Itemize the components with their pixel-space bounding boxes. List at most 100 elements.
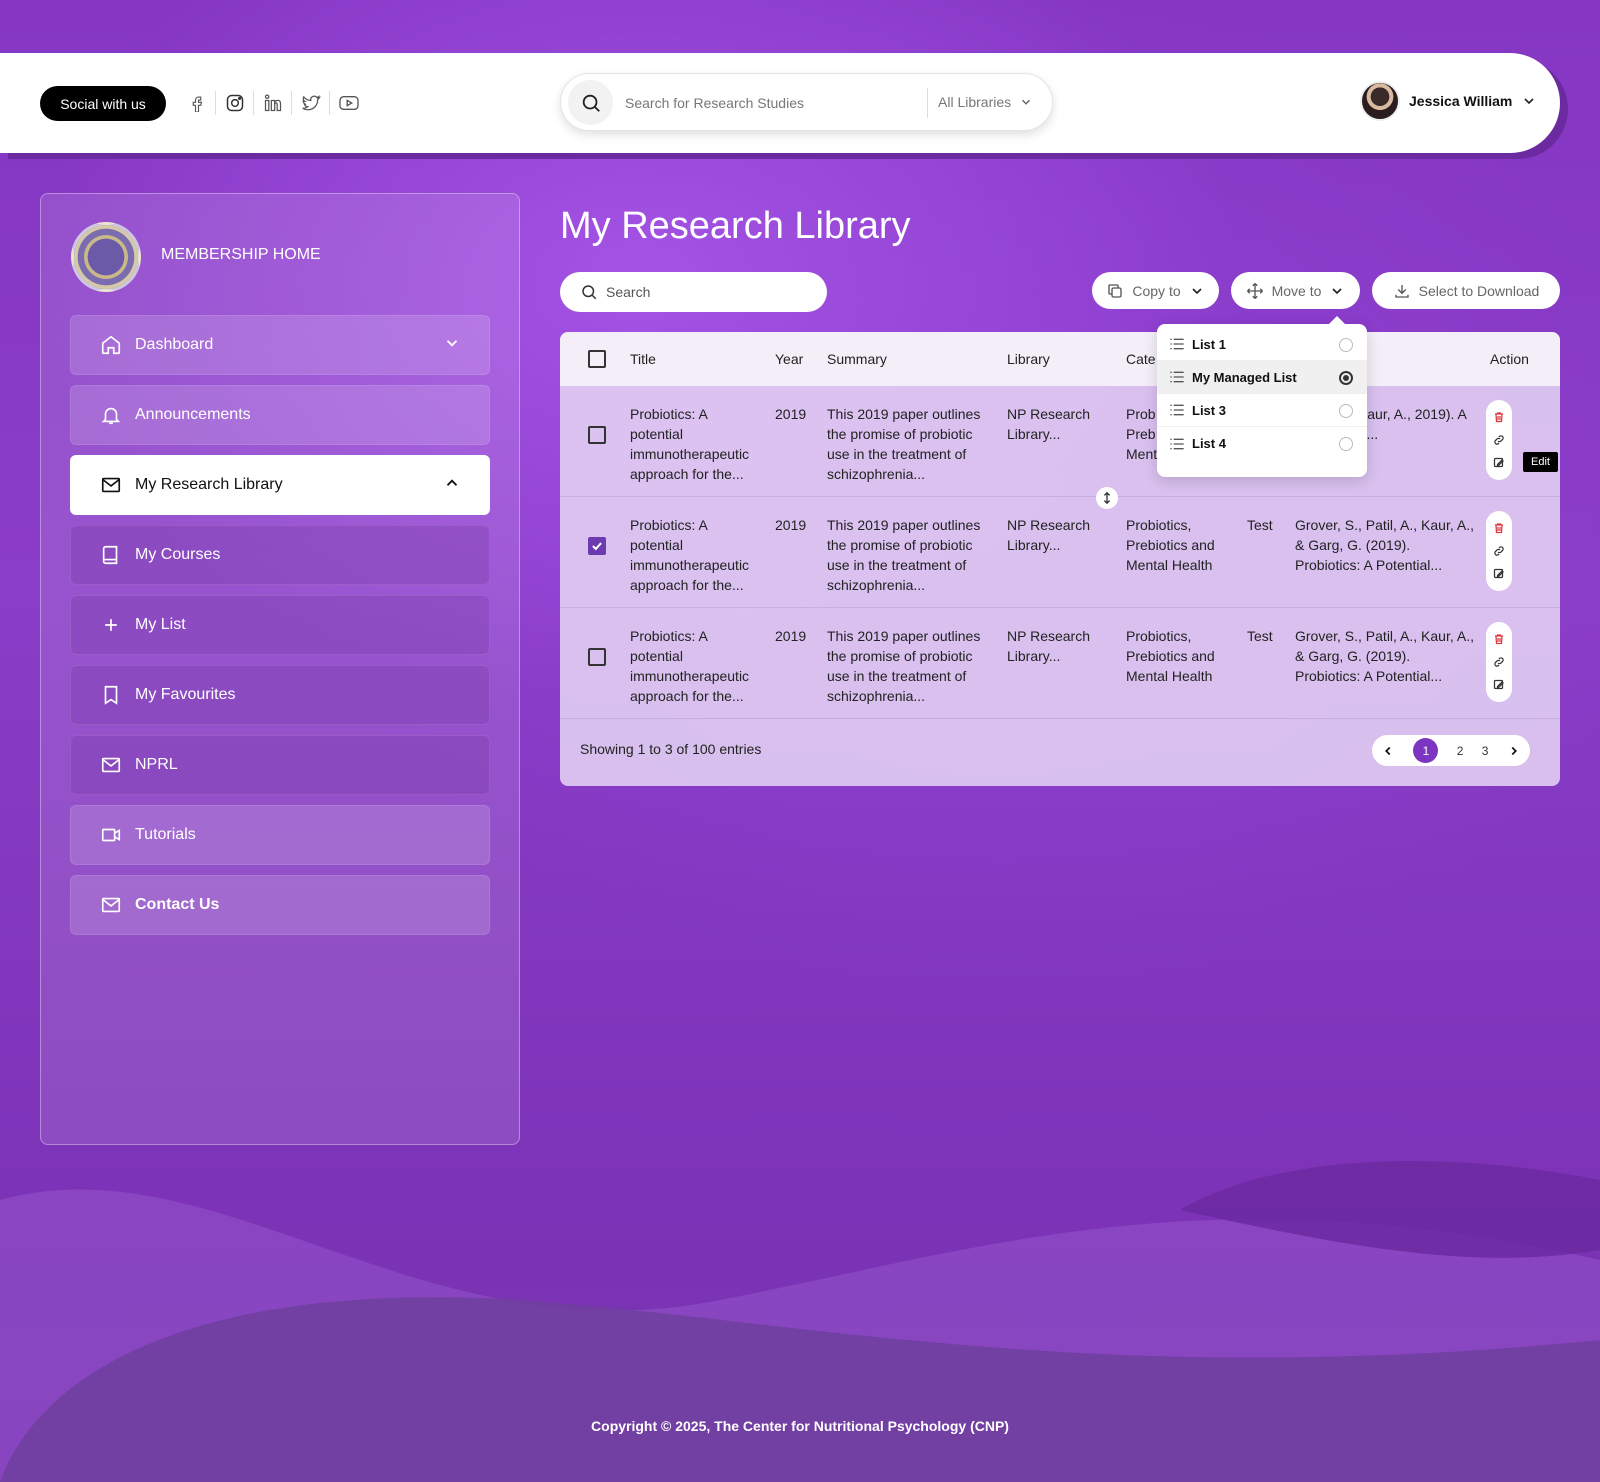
sidebar-item-label: My Research Library [135, 476, 283, 493]
sidebar-item-label: Announcements [135, 406, 251, 423]
sidebar: MEMBERSHIP HOME Dashboard Announcements … [40, 193, 520, 1145]
select-all-checkbox[interactable] [588, 350, 606, 368]
global-search-bar: All Libraries [560, 73, 1053, 131]
top-header: Social with us All Libraries Jessica Wi [0, 53, 1560, 153]
list-icon [1170, 404, 1184, 416]
sidebar-item-my-courses[interactable]: My Courses [70, 525, 490, 585]
edit-icon[interactable] [1493, 679, 1505, 691]
search-icon[interactable] [568, 80, 613, 125]
column-year[interactable]: Year [775, 351, 803, 367]
cnp-logo[interactable] [71, 222, 141, 292]
row-year: 2019 [775, 628, 807, 644]
edit-icon[interactable] [1493, 568, 1505, 580]
dropdown-item-list-1[interactable]: List 1 [1157, 328, 1367, 361]
chevron-right-icon[interactable] [1507, 744, 1521, 758]
mail-icon [99, 893, 123, 917]
facebook-icon[interactable] [178, 91, 216, 115]
move-to-button[interactable]: Move to [1231, 272, 1360, 309]
row-title[interactable]: Probiotics: A potential immunotherapeuti… [630, 626, 760, 706]
trash-icon[interactable] [1493, 522, 1505, 534]
column-resize-handle[interactable] [1096, 487, 1118, 509]
link-icon[interactable] [1493, 434, 1505, 446]
column-action: Action [1490, 351, 1529, 367]
radio-button[interactable] [1339, 338, 1353, 352]
sidebar-item-my-research-library[interactable]: My Research Library [70, 455, 490, 515]
row-title[interactable]: Probiotics: A potential immunotherapeuti… [630, 404, 760, 484]
page-1[interactable]: 1 [1413, 738, 1439, 763]
copyright-text: Copyright © 2025, The Center for Nutriti… [591, 1418, 1009, 1434]
page-3[interactable]: 3 [1482, 744, 1489, 758]
select-to-download-button[interactable]: Select to Download [1372, 272, 1560, 309]
chevron-down-icon [1192, 287, 1202, 294]
list-icon [1170, 371, 1184, 383]
trash-icon[interactable] [1493, 633, 1505, 645]
search-icon [582, 285, 597, 300]
row-actions [1486, 622, 1512, 702]
row-year: 2019 [775, 517, 807, 533]
link-icon[interactable] [1493, 545, 1505, 557]
column-summary[interactable]: Summary [827, 351, 887, 367]
pagination: 1 2 3 [1372, 735, 1530, 766]
sidebar-item-nprl[interactable]: NPRL [70, 735, 490, 795]
instagram-icon[interactable] [216, 91, 254, 115]
move-to-dropdown: List 1 My Managed List List 3 List 4 [1157, 316, 1367, 477]
radio-button[interactable] [1339, 437, 1353, 451]
sidebar-item-announcements[interactable]: Announcements [70, 385, 490, 445]
radio-button[interactable] [1339, 404, 1353, 418]
dropdown-arrow [1329, 316, 1345, 324]
link-icon[interactable] [1493, 656, 1505, 668]
user-menu[interactable]: Jessica William [1360, 81, 1537, 121]
row-checkbox[interactable] [588, 648, 606, 666]
sidebar-item-dashboard[interactable]: Dashboard [70, 315, 490, 375]
trash-icon[interactable] [1493, 411, 1505, 423]
list-icon [1170, 438, 1184, 449]
row-extra: Test [1247, 517, 1273, 533]
edit-tooltip: Edit [1523, 452, 1558, 472]
sidebar-item-my-favourites[interactable]: My Favourites [70, 665, 490, 725]
table-row[interactable]: Probiotics: A potential immunotherapeuti… [560, 497, 1560, 608]
table-row[interactable]: Probiotics: A potential immunotherapeuti… [560, 608, 1560, 719]
move-icon [1246, 282, 1263, 299]
page-2[interactable]: 2 [1457, 744, 1464, 758]
table-search-input[interactable] [606, 284, 806, 300]
column-library[interactable]: Library [1007, 351, 1050, 367]
column-category[interactable]: Cate [1126, 351, 1156, 367]
dropdown-item-label: List 1 [1192, 336, 1226, 352]
dropdown-item-label: List 4 [1192, 436, 1226, 451]
download-icon [1394, 284, 1409, 298]
library-select-value: All Libraries [938, 94, 1012, 110]
chevron-left-icon[interactable] [1381, 744, 1395, 758]
social-with-us-badge[interactable]: Social with us [40, 86, 166, 121]
dropdown-item-list-3[interactable]: List 3 [1157, 394, 1367, 427]
plus-icon [99, 613, 123, 637]
twitter-icon[interactable] [292, 91, 330, 115]
sidebar-item-label: My List [135, 616, 186, 633]
research-search-input[interactable] [625, 90, 905, 116]
sidebar-item-label: Tutorials [135, 826, 196, 843]
chevron-down-icon [1524, 98, 1534, 105]
sidebar-item-my-list[interactable]: My List [70, 595, 490, 655]
copy-to-button[interactable]: Copy to [1092, 272, 1219, 309]
dropdown-item-list-4[interactable]: List 4 [1157, 427, 1367, 460]
row-checkbox[interactable] [588, 537, 606, 555]
table-row[interactable]: Probiotics: A potential immunotherapeuti… [560, 386, 1560, 497]
sidebar-item-contact-us[interactable]: Contact Us [70, 875, 490, 935]
linkedin-icon[interactable] [254, 91, 292, 115]
membership-home-link[interactable]: MEMBERSHIP HOME [161, 246, 321, 264]
video-icon [99, 823, 123, 847]
radio-button-selected[interactable] [1339, 371, 1353, 385]
row-extra: Test [1247, 628, 1273, 644]
sidebar-item-label: Dashboard [135, 336, 214, 353]
column-title[interactable]: Title [630, 351, 656, 367]
search-divider [927, 88, 928, 118]
dropdown-item-my-managed-list[interactable]: My Managed List [1157, 361, 1367, 394]
row-title[interactable]: Probiotics: A potential immunotherapeuti… [630, 515, 760, 595]
sidebar-item-tutorials[interactable]: Tutorials [70, 805, 490, 865]
row-checkbox[interactable] [588, 426, 606, 444]
row-citation: Grover, S., Patil, A., Kaur, A., & Garg,… [1295, 517, 1474, 573]
chevron-down-icon [1332, 287, 1342, 294]
library-select[interactable]: All Libraries [938, 94, 1033, 110]
sidebar-item-label: My Favourites [135, 686, 236, 703]
youtube-icon[interactable] [330, 91, 368, 115]
edit-icon[interactable] [1493, 457, 1505, 469]
